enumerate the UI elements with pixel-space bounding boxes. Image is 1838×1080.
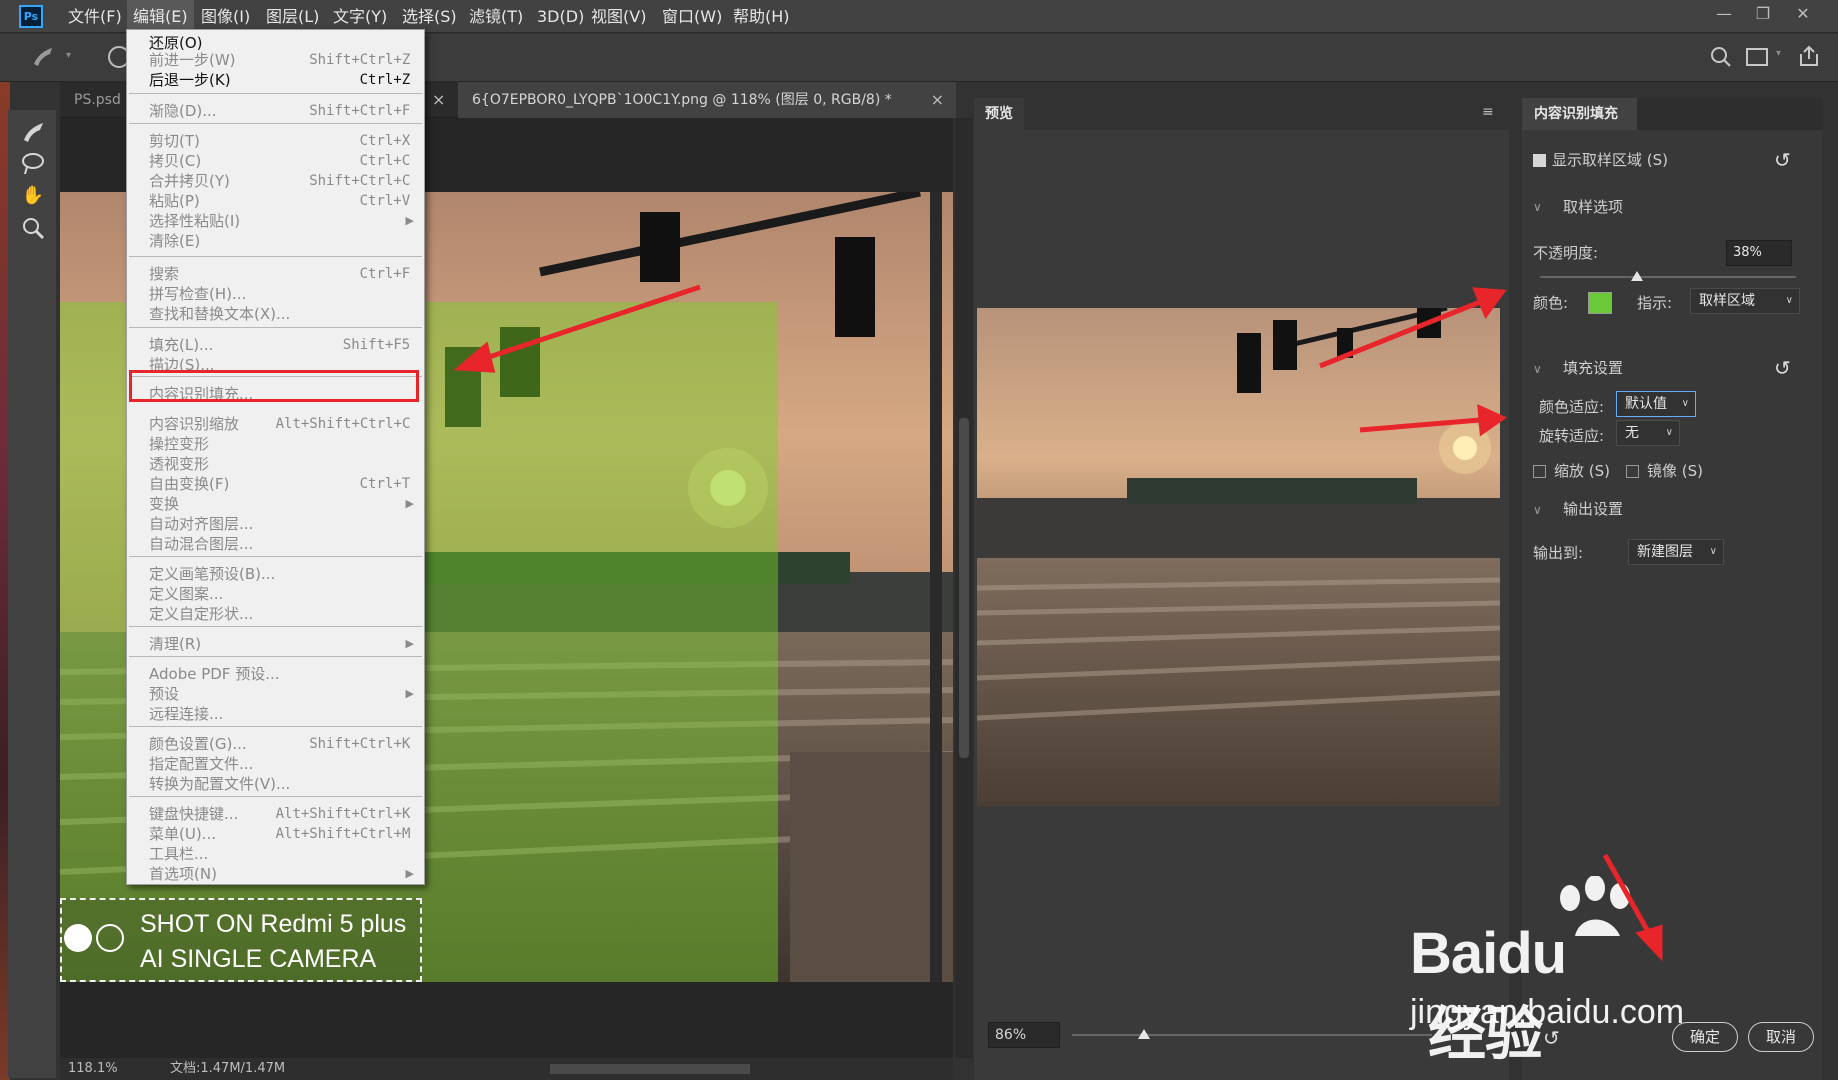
menu-item-shortcut: Shift+Ctrl+C bbox=[309, 173, 411, 189]
menu-item-shortcut: Ctrl+C bbox=[359, 153, 411, 169]
menu-item-shortcut: Ctrl+X bbox=[359, 133, 411, 149]
menu-item-shortcut: Shift+Ctrl+K bbox=[309, 736, 411, 752]
edit-menu-item[interactable]: 定义图案... bbox=[127, 584, 424, 604]
edit-menu-item[interactable]: 拷贝(C) Ctrl+C bbox=[127, 151, 424, 171]
menu-item-label: 自动混合图层... bbox=[149, 535, 254, 553]
menu-item-label: 清除(E) bbox=[149, 232, 201, 250]
edit-menu-item[interactable]: 粘贴(P) Ctrl+V bbox=[127, 191, 424, 211]
menu-item-label: 透视变形 bbox=[149, 455, 210, 473]
edit-menu-item[interactable]: 指定配置文件... bbox=[127, 754, 424, 774]
menu-item-label: 操控变形 bbox=[149, 435, 210, 453]
menu-item-label: 剪切(T) bbox=[149, 132, 200, 150]
edit-menu-item[interactable]: 渐隐(D)... Shift+Ctrl+F bbox=[127, 101, 424, 121]
menu-separator bbox=[129, 626, 422, 627]
menu-item-shortcut: Ctrl+Z bbox=[359, 72, 411, 88]
menu-item-label: 清理(R) bbox=[149, 635, 202, 653]
edit-menu-item[interactable]: 选择性粘贴(I) ▶ bbox=[127, 211, 424, 231]
menu-item-label: 搜索 bbox=[149, 265, 180, 283]
edit-menu-item[interactable]: 查找和替换文本(X)... bbox=[127, 304, 424, 324]
edit-menu-item[interactable]: 自由变换(F) Ctrl+T bbox=[127, 474, 424, 494]
menu-item-label: 拷贝(C) bbox=[149, 152, 202, 170]
edit-menu-item[interactable]: 拼写检查(H)... bbox=[127, 284, 424, 304]
menu-item-label: 定义自定形状... bbox=[149, 605, 254, 623]
edit-menu-item[interactable]: 远程连接... bbox=[127, 704, 424, 724]
menu-item-shortcut: Alt+Shift+Ctrl+C bbox=[275, 416, 411, 432]
edit-menu-item[interactable]: 键盘快捷键... Alt+Shift+Ctrl+K bbox=[127, 804, 424, 824]
edit-menu-dropdown: 还原(O) 前进一步(W) Shift+Ctrl+Z 后退一步(K) Ctrl+Z 渐隐(… bbox=[126, 29, 425, 885]
menu-item-label: 菜单(U)... bbox=[149, 825, 216, 843]
menu-item-label: 颜色设置(G)... bbox=[149, 735, 247, 753]
menu-separator bbox=[129, 327, 422, 328]
edit-menu-item[interactable]: 首选项(N) ▶ bbox=[127, 864, 424, 884]
submenu-arrow-icon: ▶ bbox=[405, 637, 414, 650]
menu-separator bbox=[129, 656, 422, 657]
menu-item-shortcut: Shift+F5 bbox=[342, 337, 411, 353]
menu-item-label: 首选项(N) bbox=[149, 865, 217, 883]
menu-item-shortcut: Shift+Ctrl+Z bbox=[309, 52, 411, 68]
menu-item-shortcut: Ctrl+T bbox=[359, 476, 411, 492]
edit-menu-item[interactable]: Adobe PDF 预设... bbox=[127, 664, 424, 684]
menu-item-label: 预设 bbox=[149, 685, 180, 703]
edit-menu-item[interactable]: 颜色设置(G)... Shift+Ctrl+K bbox=[127, 734, 424, 754]
menu-item-label: 自由变换(F) bbox=[149, 475, 230, 493]
menu-separator bbox=[129, 726, 422, 727]
menu-separator bbox=[129, 796, 422, 797]
photoshop-window: Ps 文件(F) 编辑(E) 图像(I) 图层(L) 文字(Y) 选择(S) 滤… bbox=[0, 0, 1838, 1080]
menu-item-label: 自动对齐图层... bbox=[149, 515, 254, 533]
menu-item-shortcut: Alt+Shift+Ctrl+M bbox=[275, 826, 411, 842]
edit-menu-item[interactable]: 工具栏... bbox=[127, 844, 424, 864]
edit-menu-item[interactable]: 定义自定形状... bbox=[127, 604, 424, 624]
menu-separator bbox=[129, 93, 422, 94]
menu-separator bbox=[129, 556, 422, 557]
menu-item-label: 选择性粘贴(I) bbox=[149, 212, 241, 230]
edit-menu-item[interactable]: 内容识别缩放 Alt+Shift+Ctrl+C bbox=[127, 414, 424, 434]
edit-menu-item[interactable]: 剪切(T) Ctrl+X bbox=[127, 131, 424, 151]
menu-item-label: 粘贴(P) bbox=[149, 192, 200, 210]
edit-menu-item[interactable]: 搜索 Ctrl+F bbox=[127, 264, 424, 284]
menu-item-label: 远程连接... bbox=[149, 705, 224, 723]
edit-menu-item[interactable]: 预设 ▶ bbox=[127, 684, 424, 704]
edit-menu-item[interactable]: 合并拷贝(Y) Shift+Ctrl+C bbox=[127, 171, 424, 191]
edit-menu-item[interactable]: 菜单(U)... Alt+Shift+Ctrl+M bbox=[127, 824, 424, 844]
edit-menu-item[interactable]: 变换 ▶ bbox=[127, 494, 424, 514]
menu-separator bbox=[129, 123, 422, 124]
edit-menu-item[interactable]: 操控变形 bbox=[127, 434, 424, 454]
edit-menu-item[interactable]: 定义画笔预设(B)... bbox=[127, 564, 424, 584]
edit-menu-item[interactable]: 自动混合图层... bbox=[127, 534, 424, 554]
edit-menu-item[interactable]: 前进一步(W) Shift+Ctrl+Z bbox=[127, 50, 424, 70]
menu-item-label: 定义图案... bbox=[149, 585, 224, 603]
menu-item-label: 拼写检查(H)... bbox=[149, 285, 247, 303]
edit-menu-item[interactable]: 自动对齐图层... bbox=[127, 514, 424, 534]
edit-menu-item[interactable]: 透视变形 bbox=[127, 454, 424, 474]
menu-item-label: 前进一步(W) bbox=[149, 51, 236, 69]
submenu-arrow-icon: ▶ bbox=[405, 687, 414, 700]
menu-item-label: 键盘快捷键... bbox=[149, 805, 239, 823]
menu-item-label: 渐隐(D)... bbox=[149, 102, 217, 120]
menu-item-shortcut: Ctrl+V bbox=[359, 193, 411, 209]
menu-item-label: 填充(L)... bbox=[149, 336, 214, 354]
edit-menu-item[interactable]: 后退一步(K) Ctrl+Z bbox=[127, 70, 424, 90]
menu-item-label: 转换为配置文件(V)... bbox=[149, 775, 291, 793]
submenu-arrow-icon: ▶ bbox=[405, 497, 414, 510]
highlight-box bbox=[129, 370, 419, 402]
submenu-arrow-icon: ▶ bbox=[405, 867, 414, 880]
menu-item-shortcut: Alt+Shift+Ctrl+K bbox=[275, 806, 411, 822]
menu-item-label: 指定配置文件... bbox=[149, 755, 254, 773]
menu-item-label: 定义画笔预设(B)... bbox=[149, 565, 276, 583]
menu-item-label: 变换 bbox=[149, 495, 180, 513]
menu-separator bbox=[129, 256, 422, 257]
edit-menu-item[interactable]: 转换为配置文件(V)... bbox=[127, 774, 424, 794]
edit-menu-item[interactable]: 清理(R) ▶ bbox=[127, 634, 424, 654]
submenu-arrow-icon: ▶ bbox=[405, 214, 414, 227]
edit-menu-item[interactable]: 填充(L)... Shift+F5 bbox=[127, 335, 424, 355]
menu-item-label: 内容识别缩放 bbox=[149, 415, 240, 433]
menu-item-label: 后退一步(K) bbox=[149, 71, 231, 89]
menu-item-shortcut: Shift+Ctrl+F bbox=[309, 103, 411, 119]
menu-item-label: Adobe PDF 预设... bbox=[149, 665, 280, 683]
menu-item-label: 合并拷贝(Y) bbox=[149, 172, 230, 190]
menu-item-shortcut: Ctrl+F bbox=[359, 266, 411, 282]
menu-item-label: 工具栏... bbox=[149, 845, 209, 863]
menu-item-label: 查找和替换文本(X)... bbox=[149, 305, 291, 323]
edit-menu-item[interactable]: 清除(E) bbox=[127, 231, 424, 251]
